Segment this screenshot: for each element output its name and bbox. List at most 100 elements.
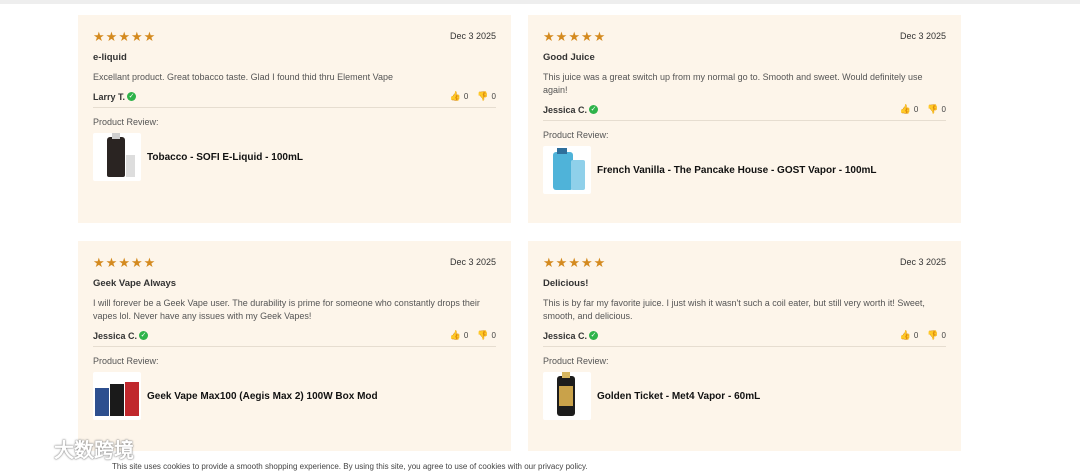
unhelpful-count: 0 — [941, 331, 946, 340]
star-icon: ★ — [130, 28, 143, 44]
review-author: Jessica C. ✓ — [543, 104, 599, 115]
product-name-link[interactable]: Tobacco - SOFI E-Liquid - 100mL — [147, 152, 303, 163]
product-review-label: Product Review: — [543, 356, 609, 366]
review-body: This is by far my favorite juice. I just… — [543, 298, 925, 321]
unhelpful-count: 0 — [491, 92, 496, 101]
unhelpful-vote-button[interactable]: 👎 0 — [477, 330, 496, 341]
helpful-count: 0 — [463, 331, 469, 340]
top-border — [0, 0, 1080, 4]
thumbs-down-icon: 👎 — [477, 91, 489, 101]
review-card: ★ ★ ★ ★ ★ Dec 3 2025 Delicious! This is by f… — [528, 241, 961, 451]
review-title: Geek Vape Always — [93, 278, 177, 289]
divider — [543, 346, 946, 347]
helpful-count: 0 — [463, 92, 469, 101]
review-title: e-liquid — [93, 52, 127, 63]
star-icon: ★ — [118, 28, 130, 44]
star-icon: ★ — [105, 28, 118, 44]
watermark: 大数跨境 — [8, 434, 134, 463]
verified-check-icon: ✓ — [127, 92, 137, 101]
star-icon: ★ — [105, 254, 118, 270]
reviewed-product[interactable]: Geek Vape Max100 (Aegis Max 2) 100W Box … — [93, 372, 496, 420]
product-name-link[interactable]: French Vanilla - The Pancake House - GOS… — [597, 165, 877, 176]
unhelpful-vote-button[interactable]: 👎 0 — [477, 91, 496, 102]
star-icon: ★ — [118, 254, 130, 270]
product-thumbnail[interactable] — [93, 133, 141, 181]
helpful-count: 0 — [913, 105, 919, 114]
review-body: Excellant product. Great tobacco taste. … — [93, 72, 394, 82]
verified-check-icon: ✓ — [589, 105, 599, 114]
review-date: Dec 3 2025 — [899, 257, 946, 267]
author-name: Larry T. — [93, 91, 126, 102]
thumbs-down-icon: 👎 — [927, 330, 939, 340]
star-icon: ★ — [143, 28, 156, 44]
review-date: Dec 3 2025 — [899, 31, 946, 41]
product-thumbnail[interactable] — [543, 372, 591, 420]
review-author: Jessica C. ✓ — [543, 330, 599, 341]
product-review-label: Product Review: — [93, 356, 159, 366]
cookie-notice: This site uses cookies to provide a smoo… — [112, 462, 588, 471]
review-card: ★ ★ ★ ★ ★ Dec 3 2025 Geek Vape Always I will… — [78, 241, 511, 451]
star-icon: ★ — [543, 254, 555, 270]
verified-check-icon: ✓ — [139, 331, 149, 340]
product-thumbnail[interactable] — [93, 372, 141, 420]
watermark-text: 大数跨境 — [54, 440, 134, 462]
star-icon: ★ — [543, 28, 555, 44]
review-card: ★ ★ ★ ★ ★ Dec 3 2025 e-liquid Excellant prod… — [78, 15, 511, 223]
star-icon: ★ — [555, 254, 568, 270]
author-name: Jessica C. — [93, 330, 138, 341]
unhelpful-count: 0 — [941, 105, 946, 114]
star-icon: ★ — [580, 28, 593, 44]
product-name-link[interactable]: Geek Vape Max100 (Aegis Max 2) 100W Box … — [147, 391, 378, 402]
watermark-logo-icon — [10, 441, 47, 456]
divider — [93, 346, 496, 347]
star-rating: ★ ★ ★ ★ ★ — [543, 256, 605, 269]
star-icon: ★ — [143, 254, 156, 270]
review-title: Delicious! — [543, 278, 589, 289]
thumbs-down-icon: 👎 — [927, 104, 939, 114]
product-thumbnail[interactable] — [543, 146, 591, 194]
review-date: Dec 3 2025 — [449, 31, 496, 41]
reviewed-product[interactable]: Tobacco - SOFI E-Liquid - 100mL — [93, 133, 496, 181]
unhelpful-vote-button[interactable]: 👎 0 — [927, 330, 946, 341]
helpful-vote-button[interactable]: 👍 0 — [450, 330, 469, 341]
helpful-vote-button[interactable]: 👍 0 — [900, 104, 919, 115]
star-icon: ★ — [568, 28, 580, 44]
star-icon: ★ — [130, 254, 143, 270]
review-title: Good Juice — [543, 52, 595, 63]
review-author: Larry T. ✓ — [93, 91, 137, 102]
helpful-vote-button[interactable]: 👍 0 — [450, 91, 469, 102]
reviewed-product[interactable]: French Vanilla - The Pancake House - GOS… — [543, 146, 946, 194]
thumbs-up-icon: 👍 — [899, 330, 911, 340]
unhelpful-count: 0 — [491, 331, 496, 340]
star-icon: ★ — [93, 28, 105, 44]
unhelpful-vote-button[interactable]: 👎 0 — [927, 104, 946, 115]
reviewed-product[interactable]: Golden Ticket - Met4 Vapor - 60mL — [543, 372, 946, 420]
thumbs-down-icon: 👎 — [477, 330, 489, 340]
star-icon: ★ — [555, 28, 568, 44]
verified-check-icon: ✓ — [589, 331, 599, 340]
review-card: ★ ★ ★ ★ ★ Dec 3 2025 Good Juice This juice w… — [528, 15, 961, 223]
thumbs-up-icon: 👍 — [449, 91, 461, 101]
star-rating: ★ ★ ★ ★ ★ — [93, 30, 155, 43]
helpful-count: 0 — [913, 331, 919, 340]
review-body: This juice was a great switch up from my… — [543, 72, 923, 95]
star-rating: ★ ★ ★ ★ ★ — [93, 256, 155, 269]
product-name-link[interactable]: Golden Ticket - Met4 Vapor - 60mL — [597, 391, 760, 402]
thumbs-up-icon: 👍 — [449, 330, 461, 340]
thumbs-up-icon: 👍 — [899, 104, 911, 114]
star-rating: ★ ★ ★ ★ ★ — [543, 30, 605, 43]
review-author: Jessica C. ✓ — [93, 330, 149, 341]
helpful-vote-button[interactable]: 👍 0 — [900, 330, 919, 341]
divider — [93, 107, 496, 108]
author-name: Jessica C. — [543, 104, 588, 115]
author-name: Jessica C. — [543, 330, 588, 341]
divider — [543, 120, 946, 121]
star-icon: ★ — [593, 254, 606, 270]
star-icon: ★ — [580, 254, 593, 270]
product-review-label: Product Review: — [93, 117, 159, 127]
review-date: Dec 3 2025 — [449, 257, 496, 267]
star-icon: ★ — [593, 28, 606, 44]
star-icon: ★ — [568, 254, 580, 270]
star-icon: ★ — [93, 254, 105, 270]
review-body: I will forever be a Geek Vape user. The … — [93, 298, 480, 321]
